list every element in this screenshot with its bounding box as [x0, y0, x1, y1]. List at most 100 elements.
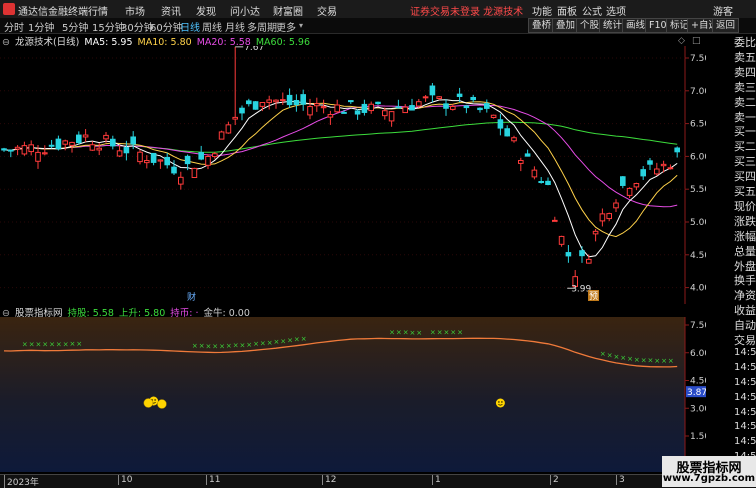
menu-youke[interactable]: 游客 — [713, 3, 733, 18]
candle — [429, 83, 436, 103]
candle-body — [422, 96, 429, 99]
candle-body — [273, 99, 279, 103]
candle-body — [477, 107, 483, 111]
price-tick-label: 7.50 — [690, 54, 706, 64]
candle-body — [103, 134, 109, 140]
candle-body — [14, 146, 21, 150]
candle-body — [212, 153, 218, 158]
quote-panel-item: 14:55 — [734, 406, 756, 418]
signal-mark: × — [437, 329, 443, 337]
menu-shichang[interactable]: 市场 — [125, 3, 145, 18]
smiley-icon — [157, 399, 167, 409]
period-toolbar: 分时 1分钟 5分钟 15分钟 30分钟 60分钟 日线 周线 月线 多周期 更… — [0, 18, 756, 34]
tool-back[interactable]: 返回 — [712, 18, 740, 33]
period-multi[interactable]: 多周期 — [247, 19, 277, 34]
candle — [409, 98, 415, 111]
period-5min[interactable]: 5分钟 — [62, 19, 88, 34]
candle — [511, 135, 517, 143]
candle-body — [164, 156, 170, 166]
candle-body — [184, 155, 191, 165]
candle-body — [205, 155, 211, 166]
candlestick-chart[interactable]: 7.507.006.506.005.505.004.504.00 7.673.9… — [0, 46, 706, 304]
candle-body — [667, 167, 674, 170]
signal-mark: × — [274, 338, 280, 346]
candle-body — [89, 144, 96, 151]
candle — [218, 130, 225, 140]
period-monthly[interactable]: 月线 — [225, 19, 245, 34]
menu-zixun[interactable]: 资讯 — [161, 3, 181, 18]
watermark: 股票指标网 www.7gpzb.com — [662, 456, 756, 487]
menu-gongneng[interactable]: 功能 — [532, 3, 552, 18]
quote-panel-item: 14:55 — [734, 346, 756, 358]
ma-legend: ⊖ 龙源技术(日线) MA5: 5.95 MA10: 5.80 MA20: 5.58 MA… — [2, 34, 315, 48]
candle — [545, 177, 551, 186]
date-tick-label: 3 — [616, 475, 625, 485]
quote-panel-item: 卖五 — [734, 50, 756, 64]
menu-caifuquan[interactable]: 财富圈 — [273, 3, 303, 18]
candle — [89, 141, 96, 151]
quote-panel-item: 14:55 — [734, 391, 756, 403]
menu-mianban[interactable]: 面板 — [557, 3, 577, 18]
candle-body — [130, 136, 136, 145]
maximize-icon[interactable]: □ — [692, 36, 701, 46]
candle — [300, 89, 306, 111]
period-weekly[interactable]: 周线 — [202, 19, 222, 34]
candle-body — [538, 181, 545, 184]
menu-wenxiaoda[interactable]: 问小达 — [230, 3, 260, 18]
candle-body — [497, 119, 504, 129]
period-fenshi[interactable]: 分时 — [4, 19, 24, 34]
signal-mark: × — [63, 340, 69, 348]
price-tick-label: 6.00 — [690, 152, 706, 162]
quote-panel-item: 涨幅 — [734, 229, 756, 243]
period-daily[interactable]: 日线 — [180, 19, 200, 34]
period-more[interactable]: 更多 — [276, 19, 296, 34]
more-chevron-icon[interactable]: ▾ — [299, 21, 303, 30]
smiley-icon — [495, 398, 505, 408]
candle-body — [266, 99, 272, 103]
candle-body — [647, 160, 653, 165]
candle — [490, 114, 497, 119]
signal-mark: × — [641, 356, 647, 364]
smiley-eye — [501, 401, 503, 403]
candle-body — [490, 114, 497, 119]
period-1min[interactable]: 1分钟 — [28, 19, 54, 34]
candle-body — [674, 147, 681, 153]
quote-panel: 委比 卖五 卖四 卖三 卖二 卖一 买一 买二 买三 买四 买五 现价 涨跌 涨幅 总量 外盘 换手 净资 收益 自动… — [734, 34, 756, 474]
tool-dieqiao[interactable]: 叠桥 — [528, 18, 556, 33]
period-60min[interactable]: 60分钟 — [150, 19, 183, 34]
indicator-chart[interactable]: 7.506.004.503.001.503.87 ×××××××××××××××… — [0, 317, 706, 472]
candle-body — [382, 110, 388, 117]
candle-body — [368, 103, 374, 112]
annotations: 7.673.99财预 — [187, 46, 599, 303]
period-30min[interactable]: 30分钟 — [121, 19, 154, 34]
candle-body — [429, 85, 436, 96]
candle-body — [518, 159, 524, 164]
candle — [293, 94, 300, 112]
tool-diejia[interactable]: 叠加 — [552, 18, 580, 33]
candle — [443, 99, 449, 116]
period-15min[interactable]: 15分钟 — [92, 19, 125, 34]
candle-body — [314, 103, 320, 107]
login-notice[interactable]: 证券交易未登录 龙源技术 — [410, 3, 523, 18]
candle-body — [150, 152, 157, 163]
candle — [354, 109, 361, 120]
candle — [558, 235, 565, 247]
price-tick-label: 5.50 — [690, 185, 706, 195]
candle — [620, 176, 626, 189]
signal-mark: × — [199, 342, 205, 350]
candle — [266, 95, 272, 110]
quote-panel-item: 14:55 — [734, 376, 756, 388]
menu-gongshi[interactable]: 公式 — [582, 3, 602, 18]
candle — [463, 104, 470, 114]
menu-faxian[interactable]: 发现 — [196, 3, 216, 18]
candle — [586, 254, 592, 264]
chart-settings-icon[interactable]: ◇ — [678, 36, 685, 46]
menu-xuanxiang[interactable]: 选项 — [606, 3, 626, 18]
menu-hangqing[interactable]: 行情 — [88, 3, 108, 18]
candle — [538, 177, 545, 184]
signal-mark: × — [654, 357, 660, 365]
signal-mark: × — [206, 342, 212, 350]
signal-mark: × — [294, 336, 300, 344]
candle — [239, 105, 245, 121]
menu-jiaoyi[interactable]: 交易 — [317, 3, 337, 18]
